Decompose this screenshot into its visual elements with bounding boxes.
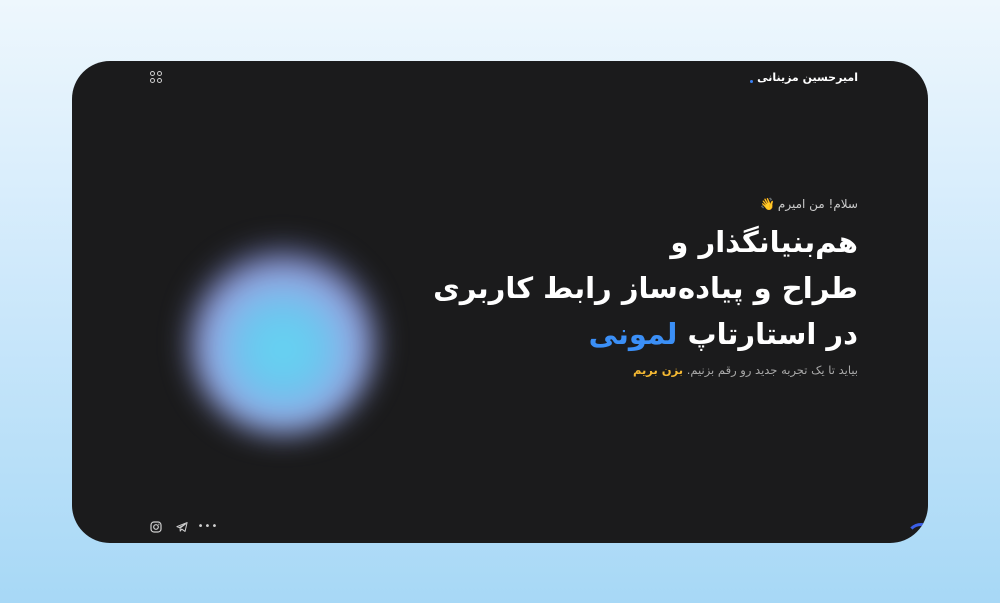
gradient-blob <box>188 245 378 435</box>
headline-line-1: هم‌بنیانگذار و <box>670 225 858 259</box>
social-links: ••• <box>150 521 218 533</box>
hero-section: سلام! من امیرم 👋 هم‌بنیانگذار و طراح و پ… <box>378 197 858 377</box>
menu-grid-icon[interactable] <box>150 71 162 83</box>
brand-dot <box>750 80 754 83</box>
waving-hand-icon: 👋 <box>759 197 775 211</box>
telegram-icon[interactable] <box>176 521 188 533</box>
subline-text: بیاید تا یک تجربه جدید رو رقم بزنیم. <box>686 363 858 377</box>
loader-arc-icon <box>906 523 928 543</box>
headline-line-2: طراح و پیاده‌ساز رابط کاربری <box>433 271 858 305</box>
cta-link[interactable]: بزن بریم <box>633 363 683 377</box>
hero-card: امیرحسین مزینانی سلام! من امیرم 👋 هم‌بنی… <box>72 61 928 543</box>
subline: بیاید تا یک تجربه جدید رو رقم بزنیم. بزن… <box>378 363 858 377</box>
headline-accent: لمونی <box>588 317 678 351</box>
more-dots-icon[interactable]: ••• <box>198 521 218 533</box>
greeting-text: سلام! من امیرم <box>777 197 858 211</box>
brand[interactable]: امیرحسین مزینانی <box>750 71 858 84</box>
headline: هم‌بنیانگذار و طراح و پیاده‌ساز رابط کار… <box>378 219 858 357</box>
instagram-icon[interactable] <box>150 521 162 533</box>
headline-line-3: در استارتاپ <box>687 317 858 351</box>
brand-name: امیرحسین مزینانی <box>757 71 858 84</box>
greeting: سلام! من امیرم 👋 <box>378 197 858 211</box>
